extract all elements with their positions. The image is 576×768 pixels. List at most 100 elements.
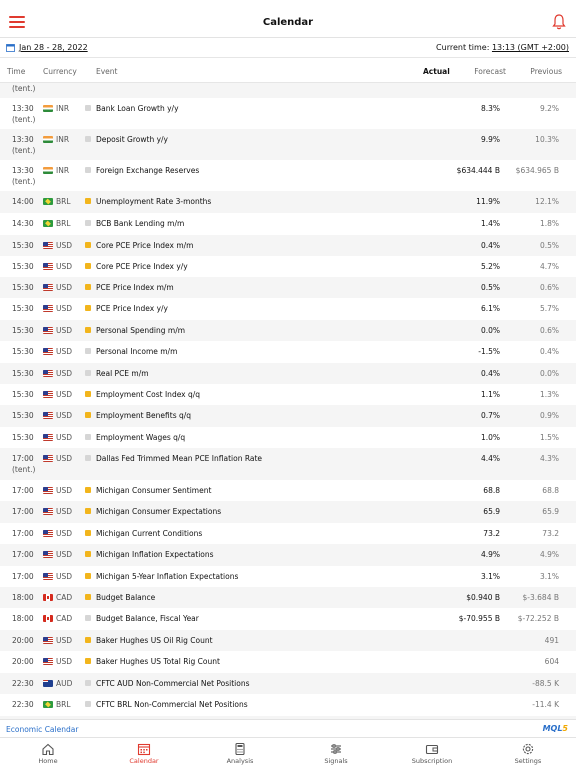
table-row[interactable]: 15:30 USD Real PCE m/m 0.4% 0.0% [0, 363, 576, 384]
event-previous: 0.0% [539, 369, 559, 378]
tab-signals[interactable]: Signals [288, 740, 384, 765]
event-name[interactable]: Deposit Growth y/y [96, 135, 168, 144]
importance-low-icon [85, 455, 91, 461]
event-name[interactable]: Foreign Exchange Reserves [96, 166, 199, 175]
event-name[interactable]: Michigan 5-Year Inflation Expectations [96, 572, 238, 581]
table-row[interactable]: 22:30 AUD CFTC AUD Non-Commercial Net Posi… [0, 673, 576, 694]
table-row[interactable]: 15:30 USD Personal Income m/m -1.5% 0.4% [0, 341, 576, 363]
event-name[interactable]: BCB Bank Lending m/m [96, 219, 184, 228]
table-row[interactable]: 15:30 USD Employment Benefits q/q 0.7% 0.9% [0, 405, 576, 427]
tab-home[interactable]: Home [0, 740, 96, 765]
table-row[interactable]: 14:30 BRL BCB Bank Lending m/m 1.4% 1.8% [0, 213, 576, 235]
table-row[interactable]: 15:30 USD Employment Wages q/q 1.0% 1.5% [0, 427, 576, 448]
event-name[interactable]: PCE Price Index m/m [96, 283, 174, 292]
table-row[interactable]: 22:30 BRL CFTC BRL Non-Commercial Net Posi… [0, 694, 576, 716]
col-event[interactable]: Event [96, 67, 118, 76]
tab-analysis[interactable]: Analysis [192, 740, 288, 765]
event-name[interactable]: Michigan Consumer Expectations [96, 507, 221, 516]
table-row[interactable]: 13:30 (tent.) INR Deposit Growth y/y 9.9% 10.… [0, 129, 576, 160]
table-row[interactable]: 18:00 CAD Budget Balance $0.940 B $-3.684 B [0, 587, 576, 608]
tentative-label: (tent.) [12, 115, 36, 124]
event-name[interactable]: Real PCE m/m [96, 369, 149, 378]
table-row[interactable]: (tent.) [0, 83, 576, 98]
event-forecast: 0.0% [480, 326, 500, 335]
event-currency: USD [56, 262, 73, 271]
event-time: 17:00 [12, 529, 34, 538]
event-name[interactable]: CFTC BRL Non-Commercial Net Positions [96, 700, 248, 709]
table-row[interactable]: 15:30 USD Core PCE Price Index y/y 5.2% 4.7% [0, 256, 576, 277]
table-row[interactable]: 15:30 USD Employment Cost Index q/q 1.1% 1.3… [0, 384, 576, 405]
table-row[interactable]: 14:00 BRL Unemployment Rate 3-months 11.9% 1… [0, 191, 576, 213]
current-time-value[interactable]: 13:13 (GMT +2:00) [492, 43, 569, 52]
table-row[interactable]: 17:00 USD Michigan Current Conditions 73.2 7… [0, 523, 576, 544]
table-row[interactable]: 20:00 USD Baker Hughes US Total Rig Count 6… [0, 651, 576, 673]
table-row[interactable]: 20:00 USD Baker Hughes US Oil Rig Count 491 [0, 630, 576, 651]
event-name[interactable]: Personal Spending m/m [96, 326, 185, 335]
table-row[interactable]: 15:30 USD PCE Price Index m/m 0.5% 0.6% [0, 277, 576, 298]
importance-medium-icon [85, 508, 91, 514]
app-header: Calendar [0, 0, 576, 38]
event-name[interactable]: Employment Wages q/q [96, 433, 185, 442]
logo-accent: 5 [562, 724, 568, 733]
tab-calendar[interactable]: Calendar [96, 740, 192, 765]
event-name[interactable]: Budget Balance, Fiscal Year [96, 614, 199, 623]
col-currency[interactable]: Currency [43, 67, 77, 76]
table-row[interactable]: 13:30 (tent.) INR Foreign Exchange Reserves… [0, 160, 576, 191]
tab-settings[interactable]: Settings [480, 740, 576, 765]
table-row[interactable]: 18:00 CAD Budget Balance, Fiscal Year $-70.… [0, 608, 576, 630]
col-forecast[interactable]: Forecast [474, 67, 506, 76]
event-previous: 604 [544, 657, 559, 666]
event-previous: 491 [544, 636, 559, 645]
event-name[interactable]: Michigan Consumer Sentiment [96, 486, 211, 495]
event-name[interactable]: Budget Balance [96, 593, 155, 602]
table-row[interactable]: 17:00 USD Michigan Consumer Sentiment 68.8 6… [0, 480, 576, 501]
tab-subscription[interactable]: Subscription [384, 740, 480, 765]
calendar-small-icon[interactable] [6, 43, 15, 52]
mql5-logo[interactable]: MQL5 [543, 724, 568, 733]
table-row[interactable]: 17:00 USD Michigan Consumer Expectations 65… [0, 501, 576, 523]
table-row[interactable]: 13:30 (tent.) INR Bank Loan Growth y/y 8.3% 9… [0, 98, 576, 129]
event-time: 15:30 [12, 369, 34, 378]
bell-icon[interactable] [552, 13, 566, 31]
table-row[interactable]: 17:00 (tent.) USD Dallas Fed Trimmed Mean P… [0, 448, 576, 480]
event-name[interactable]: Core PCE Price Index y/y [96, 262, 188, 271]
flag-us-icon [43, 551, 53, 558]
event-forecast: 8.3% [480, 104, 500, 113]
table-row[interactable]: 15:30 USD PCE Price Index y/y 6.1% 5.7% [0, 298, 576, 320]
sliders-icon [331, 744, 341, 754]
event-forecast: 6.1% [480, 304, 500, 313]
event-name[interactable]: Baker Hughes US Total Rig Count [96, 657, 220, 666]
event-previous: 4.3% [539, 454, 559, 463]
event-name[interactable]: Bank Loan Growth y/y [96, 104, 179, 113]
event-name[interactable]: Core PCE Price Index m/m [96, 241, 193, 250]
table-row[interactable]: 15:30 USD Personal Spending m/m 0.0% 0.6% [0, 320, 576, 341]
importance-medium-icon [85, 242, 91, 248]
table-row[interactable]: 15:30 USD Core PCE Price Index m/m 0.4% 0.5% [0, 235, 576, 256]
col-time[interactable]: Time [7, 67, 25, 76]
event-name[interactable]: Baker Hughes US Oil Rig Count [96, 636, 213, 645]
date-range-picker[interactable]: Jan 28 - 28, 2022 [19, 43, 88, 52]
economic-calendar-link[interactable]: Economic Calendar [6, 725, 78, 734]
event-name[interactable]: Unemployment Rate 3-months [96, 197, 211, 206]
flag-au-icon [43, 680, 53, 687]
col-previous[interactable]: Previous [530, 67, 562, 76]
flag-us-icon [43, 370, 53, 377]
table-row[interactable]: 17:00 USD Michigan Inflation Expectations 4… [0, 544, 576, 566]
tentative-label: (tent.) [12, 177, 36, 186]
table-row[interactable]: 17:00 USD Michigan 5-Year Inflation Expect… [0, 566, 576, 587]
importance-medium-icon [85, 263, 91, 269]
event-name[interactable]: Michigan Inflation Expectations [96, 550, 214, 559]
importance-medium-icon [85, 573, 91, 579]
event-name[interactable]: Employment Benefits q/q [96, 411, 191, 420]
logo-main: MQL [542, 724, 563, 733]
event-previous: $-3.684 B [522, 593, 559, 602]
event-name[interactable]: Dallas Fed Trimmed Mean PCE Inflation Ra… [96, 454, 262, 463]
event-name[interactable]: Michigan Current Conditions [96, 529, 202, 538]
col-actual[interactable]: Actual [423, 67, 450, 76]
events-list[interactable]: (tent.) 13:30 (tent.) INR Bank Loan Growth y… [0, 83, 576, 719]
event-name[interactable]: PCE Price Index y/y [96, 304, 168, 313]
event-name[interactable]: Personal Income m/m [96, 347, 177, 356]
importance-low-icon [85, 348, 91, 354]
event-name[interactable]: CFTC AUD Non-Commercial Net Positions [96, 679, 250, 688]
event-name[interactable]: Employment Cost Index q/q [96, 390, 200, 399]
